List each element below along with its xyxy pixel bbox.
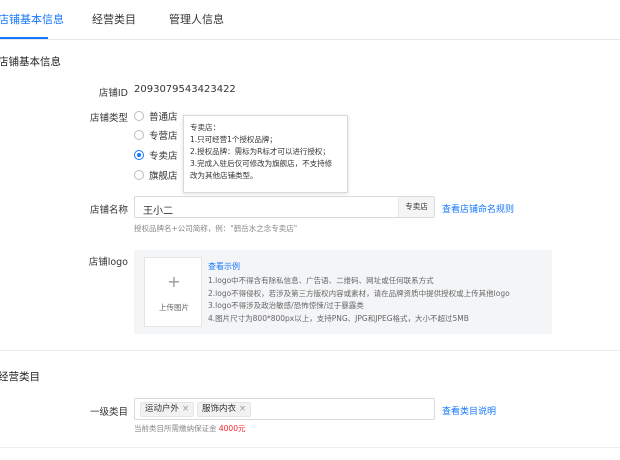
radio-circle-checked[interactable] [134,150,144,160]
store-naming-rules-link[interactable]: 查看店铺命名规则 [442,202,514,215]
logo-rule: 3.logo不得涉及政治敏感/恐怖惊悚/过于暴露类 [208,301,364,311]
store-name-input[interactable]: 王小二 专卖店 [134,196,435,218]
category-tag-sports: 运动户外 × [140,402,195,417]
radio-option-specialty[interactable]: 专营店 [134,128,178,142]
store-id-label: 店铺ID [98,88,128,99]
bottom-divider [0,447,620,448]
section-title-category: 经营类目 [0,371,40,383]
radio-circle[interactable] [134,130,144,140]
store-name-value[interactable]: 王小二 [143,202,173,217]
tab-manager-info[interactable]: 管理人信息 [169,11,224,27]
logo-rule: 2.logo不得侵权，若涉及第三方版权内容或素材，请在品牌资质中提供授权或上传其… [208,288,510,298]
logo-rule: 1.logo中不得含有除私信息、广告语、二维码、网址或任何联系方式 [208,276,434,285]
radio-option-exclusive[interactable]: 专卖店 [134,148,178,162]
store-name-suffix: 专卖店 [398,197,434,217]
tab-bar: 店铺基本信息 经营类目 管理人信息 [0,0,620,40]
tab-store-basic-info[interactable]: 店铺基本信息 [0,11,64,27]
plus-icon: + [167,272,181,291]
tag-label: 服饰内衣 [202,404,237,414]
primary-category-label: 一级类目 [89,407,128,418]
store-name-label: 店铺名称 [89,205,128,216]
deposit-hint: 当前类目所需缴纳保证金 4000元 [134,423,245,434]
logo-rules: 1.logo中不得含有除私信息、广告语、二维码、网址或任何联系方式 2.logo… [208,275,510,325]
upload-image-button[interactable]: + 上传图片 [144,257,202,327]
radio-option-flagship[interactable]: 旗舰店 [134,168,178,182]
radio-circle[interactable] [134,111,144,121]
radio-label: 专营店 [149,131,178,142]
radio-circle[interactable] [134,170,144,180]
section-divider [0,350,620,351]
store-type-label: 店铺类型 [89,113,128,124]
store-logo-label: 店铺logo [88,257,128,268]
logo-rule: 4.图片尺寸为800*800px以上，支持PNG、JPG和JPEG格式，大小不超… [208,313,469,323]
upload-image-label: 上传图片 [159,303,189,312]
category-description-link[interactable]: 查看类目说明 [442,404,496,417]
close-icon[interactable]: × [182,404,189,414]
radio-option-regular[interactable]: 普通店 [134,109,178,123]
category-tag-apparel: 服饰内衣 × [197,402,252,417]
store-type-tooltip: 专卖店： 1.只可经营1个授权品牌； 2.授权品牌：需标为R标才可以进行授权； … [183,115,348,193]
store-id-value: 2093079543423422 [134,84,236,95]
view-example-link[interactable]: 查看示例 [208,261,240,272]
active-tab-indicator [0,37,48,39]
radio-label: 普通店 [149,112,178,123]
tab-business-category[interactable]: 经营类目 [92,11,136,27]
tooltip-line: 1.只可经营1个授权品牌； [190,135,277,144]
close-icon[interactable]: × [239,404,246,414]
section-title-basic-info: 店铺基本信息 [0,56,61,68]
radio-label: 旗舰店 [149,171,178,182]
tooltip-line: 2.授权品牌：需标为R标才可以进行授权； [190,147,330,156]
tooltip-line: 改为其他店铺类型。 [190,171,258,180]
radio-label: 专卖店 [149,151,178,162]
deposit-text: 当前类目所需缴纳保证金 [134,424,217,433]
deposit-amount: 4000元 [218,424,246,433]
tooltip-line: 3.完成入驻后仅可修改为旗舰店，不支持修 [190,159,333,168]
tag-label: 运动户外 [145,404,180,414]
tooltip-line: 专卖店： [190,123,220,132]
category-tag-select[interactable]: 运动户外 × 服饰内衣 × [134,398,435,420]
logo-upload-panel: + 上传图片 查看示例 1.logo中不得含有除私信息、广告语、二维码、网址或任… [134,250,552,334]
store-name-hint: 授权品牌名+公司简称，例："鹤岳水之念专卖店" [134,224,298,233]
